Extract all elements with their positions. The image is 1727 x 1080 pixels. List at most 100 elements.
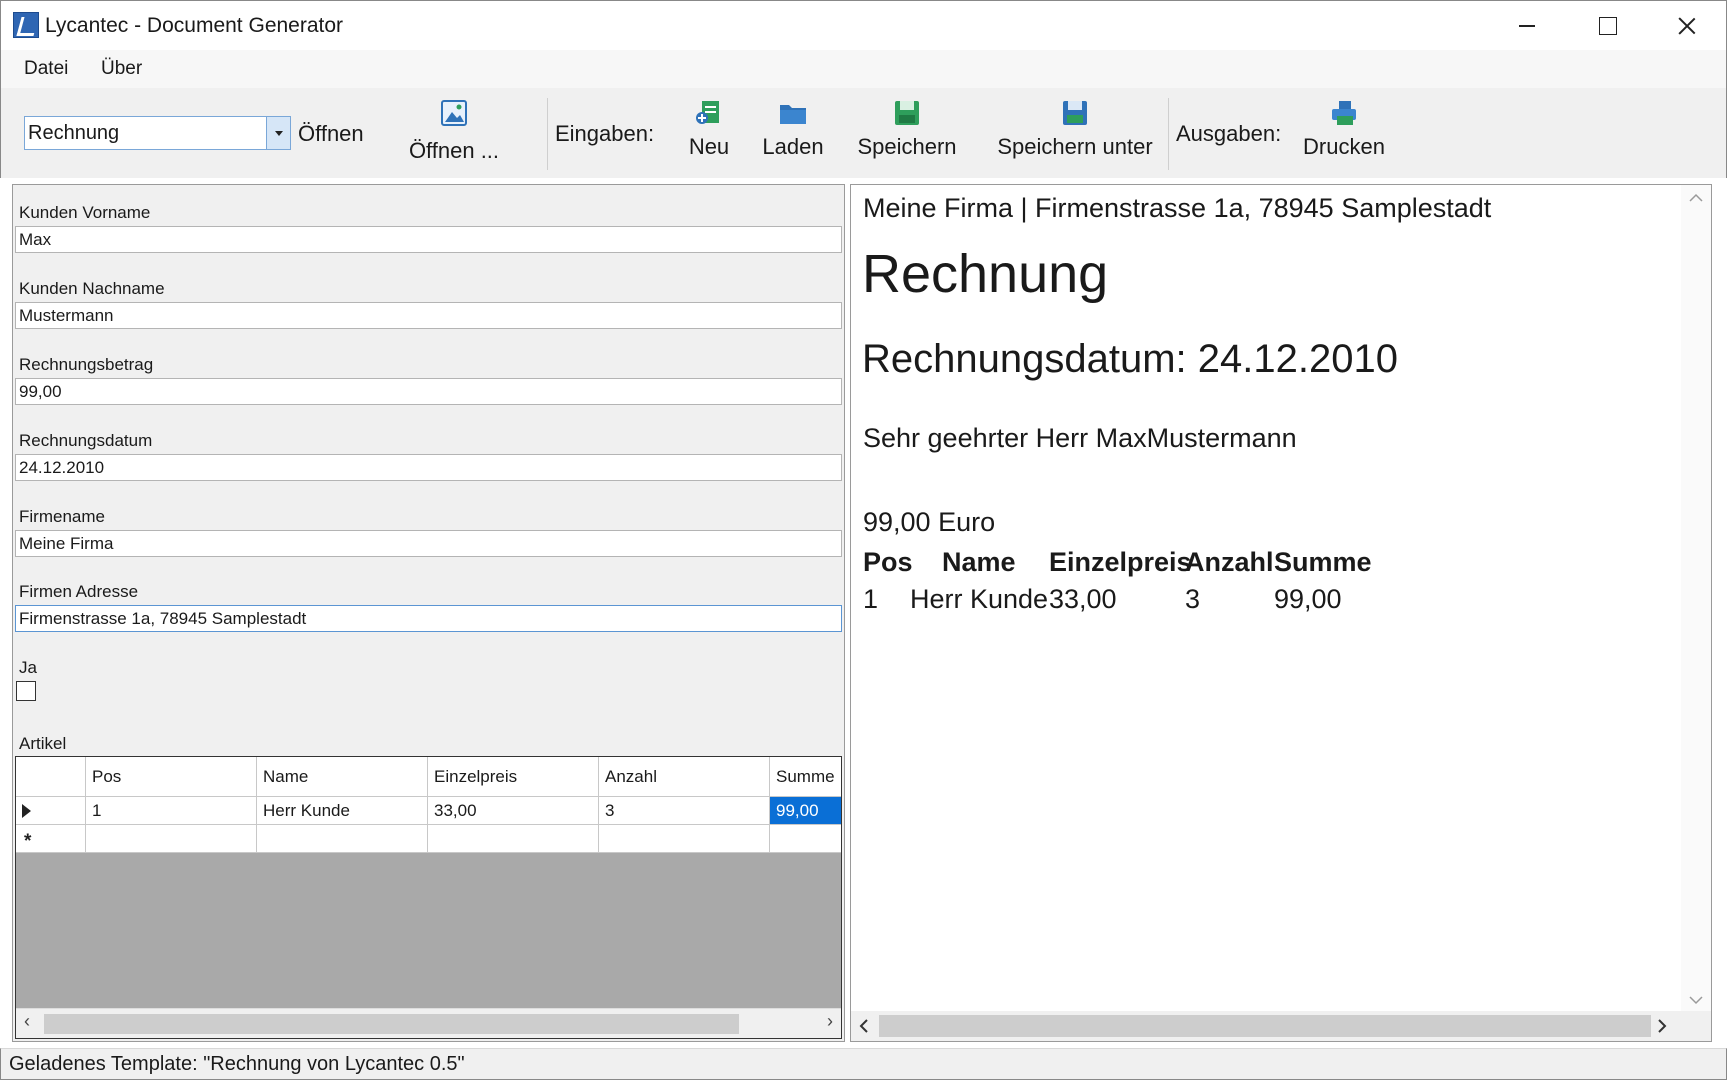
grid-cell[interactable]: 3 — [599, 797, 770, 824]
ja-checkbox[interactable] — [16, 681, 36, 701]
status-text: Geladenes Template: "Rechnung von Lycant… — [9, 1053, 465, 1075]
articles-label: Artikel — [19, 734, 67, 753]
invoice-amount-input[interactable] — [15, 378, 842, 405]
grid-column-header[interactable]: Name — [257, 757, 428, 796]
save-button[interactable]: Speichern — [851, 98, 963, 174]
table-row[interactable]: 1 Herr Kunde 33,00 3 99,00 — [16, 797, 841, 825]
image-file-icon — [441, 100, 467, 126]
window-title: Lycantec - Document Generator — [45, 14, 344, 37]
preview-title: Rechnung — [862, 244, 1109, 304]
grid-cell[interactable]: 33,00 — [428, 797, 599, 824]
company-address-label: Firmen Adresse — [19, 582, 139, 601]
outputs-label: Ausgaben: — [1176, 121, 1282, 146]
chevron-down-icon[interactable] — [1689, 995, 1703, 1005]
app-logo-icon — [13, 12, 39, 38]
preview-scroll-thumb[interactable] — [879, 1015, 1651, 1037]
preview-company-header: Meine Firma | Firmenstrasse 1a, 78945 Sa… — [863, 193, 1492, 223]
open-template-button[interactable]: Öffnen — [298, 121, 364, 147]
preview-amount: 99,00 Euro — [863, 507, 996, 537]
minimize-button[interactable] — [1486, 1, 1566, 51]
inputs-label: Eingaben: — [555, 121, 655, 146]
chevron-right-icon[interactable]: › — [827, 1011, 833, 1032]
new-row-marker: * — [24, 831, 32, 852]
row-header-cell[interactable] — [16, 797, 86, 824]
folder-icon — [780, 105, 806, 124]
preview-greeting: Sehr geehrter Herr MaxMustermann — [863, 423, 1297, 453]
first-name-input[interactable] — [15, 226, 842, 253]
current-row-arrow-icon — [22, 804, 31, 818]
grid-column-header[interactable]: Einzelpreis — [428, 757, 599, 796]
toolbar: Rechnung Öffnen Öffnen ... Eingaben: Neu… — [0, 88, 1727, 178]
save-as-icon — [1063, 101, 1087, 125]
maximize-button[interactable] — [1566, 1, 1646, 51]
template-select[interactable]: Rechnung — [24, 116, 291, 150]
chevron-left-icon[interactable]: ‹ — [24, 1011, 30, 1032]
grid-cell[interactable] — [770, 825, 841, 852]
invoice-date-label: Rechnungsdatum — [19, 431, 153, 450]
grid-cell[interactable]: Herr Kunde — [257, 797, 428, 824]
print-button[interactable]: Drucken — [1297, 98, 1391, 174]
new-button[interactable]: Neu — [677, 98, 741, 174]
preview-table-cell: 33,00 — [1049, 584, 1117, 614]
preview-horizontal-scrollbar[interactable] — [851, 1011, 1711, 1041]
chevron-down-icon[interactable] — [266, 117, 290, 149]
close-window-button[interactable] — [1646, 1, 1726, 51]
floppy-disk-icon — [895, 101, 919, 125]
preview-table-header: Name — [942, 547, 1016, 577]
menu-item-ueber[interactable]: Über — [99, 58, 144, 80]
grid-cell[interactable] — [86, 825, 257, 852]
invoice-date-input[interactable] — [15, 454, 842, 481]
template-select-value: Rechnung — [28, 122, 120, 144]
new-table-row[interactable]: * — [16, 825, 841, 853]
preview-table-cell: 1 — [863, 584, 879, 614]
save-as-button[interactable]: Speichern unter — [986, 98, 1164, 174]
grid-cell[interactable] — [257, 825, 428, 852]
grid-cell-selected[interactable]: 99,00 — [770, 797, 841, 824]
grid-column-header[interactable]: Pos — [86, 757, 257, 796]
preview-vertical-scrollbar[interactable] — [1681, 185, 1711, 1013]
invoice-amount-label: Rechnungsbetrag — [19, 355, 154, 374]
open-dialog-label: Öffnen ... — [408, 138, 500, 163]
articles-grid[interactable]: Pos Name Einzelpreis Anzahl Summe 1 Herr… — [15, 756, 842, 1039]
menu-item-datei[interactable]: Datei — [22, 58, 70, 80]
menu-bar: Datei Über — [0, 50, 1727, 88]
grid-header: Pos Name Einzelpreis Anzahl Summe — [16, 757, 841, 797]
preview-table-cell: Herr Kunde — [910, 584, 1049, 614]
status-bar: Geladenes Template: "Rechnung von Lycant… — [0, 1048, 1727, 1080]
preview-table-header: Einzelpreis — [1049, 547, 1192, 577]
company-name-input[interactable] — [15, 530, 842, 557]
grid-column-header[interactable]: Summe — [770, 757, 841, 796]
input-form-panel: Kunden Vorname Kunden Nachname Rechnungs… — [12, 184, 845, 1042]
open-dialog-button[interactable]: Öffnen ... — [399, 98, 509, 174]
preview-table-header: Summe — [1274, 547, 1372, 577]
new-document-icon — [696, 101, 719, 124]
load-label: Laden — [762, 134, 824, 159]
toolbar-separator — [1168, 98, 1169, 170]
chevron-left-icon[interactable] — [859, 1019, 869, 1033]
preview-date-line: Rechnungsdatum: 24.12.2010 — [862, 337, 1398, 381]
grid-scroll-thumb[interactable] — [44, 1014, 739, 1034]
grid-corner-cell — [16, 757, 86, 796]
checkbox-label: Ja — [19, 658, 37, 677]
grid-column-header[interactable]: Anzahl — [599, 757, 770, 796]
last-name-input[interactable] — [15, 302, 842, 329]
print-label: Drucken — [1303, 134, 1385, 159]
company-address-input[interactable] — [15, 605, 842, 632]
chevron-up-icon[interactable] — [1689, 193, 1703, 203]
grid-cell[interactable]: 1 — [86, 797, 257, 824]
new-label: Neu — [688, 134, 730, 159]
first-name-label: Kunden Vorname — [19, 203, 151, 222]
last-name-label: Kunden Nachname — [19, 279, 165, 298]
preview-table-header: Pos — [863, 547, 913, 577]
chevron-right-icon[interactable] — [1657, 1019, 1667, 1033]
printer-icon — [1332, 101, 1356, 125]
toolbar-separator — [547, 98, 548, 170]
company-name-label: Firmename — [19, 507, 105, 526]
grid-cell[interactable] — [599, 825, 770, 852]
save-label: Speichern — [857, 134, 957, 159]
grid-cell[interactable] — [428, 825, 599, 852]
preview-table-cell: 3 — [1185, 584, 1201, 614]
row-header-cell[interactable]: * — [16, 825, 86, 852]
load-button[interactable]: Laden — [757, 98, 829, 174]
grid-horizontal-scrollbar[interactable]: ‹ › — [16, 1008, 841, 1038]
